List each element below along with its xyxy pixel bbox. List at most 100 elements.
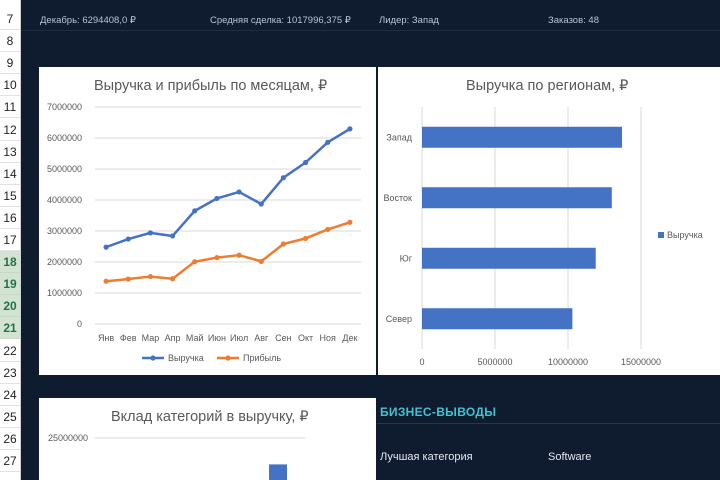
region-bar	[422, 247, 596, 269]
region-bar	[422, 308, 573, 330]
y-tick-label: 3000000	[47, 226, 82, 236]
row-number-10[interactable]: 10	[0, 74, 20, 97]
y-tick-label: 7000000	[47, 102, 82, 112]
row-number-20[interactable]: 20	[0, 295, 20, 318]
data-point	[302, 159, 309, 166]
legend-label: Выручка	[168, 353, 204, 363]
line-chart-svg: 0 1000000 2000000 3000000 4000000 5000000 6000…	[47, 102, 361, 363]
data-point	[103, 278, 109, 284]
data-point	[258, 201, 264, 207]
data-point	[280, 241, 287, 247]
x-tick-label: 10000000	[548, 357, 588, 367]
best-category-value[interactable]: Software	[548, 451, 591, 463]
x-tick-label: Май	[186, 333, 204, 343]
data-point	[258, 258, 264, 264]
row-number-13[interactable]: 13	[0, 141, 20, 163]
row-number-19[interactable]: 19	[0, 273, 20, 296]
y-tick-label: 2000000	[47, 257, 82, 267]
category-chart-panel[interactable]: Вклад категорий в выручку, ₽ 25000000	[39, 398, 376, 480]
y-tick-label: 25000000	[48, 433, 88, 443]
legend-label: Выручка	[667, 230, 703, 240]
y-tick-label: 1000000	[47, 288, 82, 298]
category-label: Запад	[386, 132, 412, 142]
data-point	[236, 189, 242, 195]
kpi-december[interactable]: Декабрь: 6294408,0 ₽	[40, 15, 136, 26]
data-point	[347, 219, 353, 225]
business-insights-header: БИЗНЕС-ВЫВОДЫ	[380, 405, 497, 419]
category-chart-svg: 25000000	[48, 433, 305, 480]
legend-swatch	[658, 232, 664, 238]
row-header-column: 7 8 9 10 11 12 13 14 15 16 17 18 19 20 21 22 23 24 25 26 27	[0, 0, 21, 480]
data-point	[302, 235, 309, 242]
legend-marker	[225, 355, 231, 361]
x-tick-label: Фев	[120, 333, 137, 343]
line-chart-panel[interactable]: Выручка и прибыль по месяцам, ₽ 0 1000000…	[39, 67, 376, 375]
legend-label: Прибыль	[243, 353, 281, 363]
data-point	[147, 230, 154, 236]
region-bar-chart-svg: 0 5000000 10000000 15000000 Запад Восток Юг Сев…	[384, 107, 703, 367]
data-point	[125, 236, 131, 242]
kpi-divider	[21, 30, 720, 31]
data-point	[347, 126, 353, 132]
y-tick-label: 6000000	[47, 133, 82, 143]
row-number-8[interactable]: 8	[0, 30, 20, 53]
row-number-14[interactable]: 14	[0, 163, 20, 185]
category-label: Юг	[400, 253, 413, 263]
row-number-26[interactable]: 26	[0, 428, 20, 450]
x-tick-label: Авг	[254, 333, 269, 343]
business-divider	[377, 423, 720, 424]
x-tick-label: Окт	[298, 333, 313, 343]
kpi-orders[interactable]: Заказов: 48	[548, 15, 599, 26]
data-point	[169, 233, 176, 239]
data-point	[192, 208, 198, 214]
data-point	[325, 139, 331, 145]
y-tick-label: 5000000	[47, 164, 82, 174]
data-point	[280, 175, 287, 181]
row-number-24[interactable]: 24	[0, 384, 20, 406]
row-number-22[interactable]: 22	[0, 340, 20, 362]
row-number-9[interactable]: 9	[0, 52, 20, 75]
x-tick-label: 0	[419, 357, 424, 367]
region-bar	[422, 126, 623, 148]
data-point	[236, 252, 242, 258]
row-number-11[interactable]: 11	[0, 96, 20, 119]
x-tick-label: Апр	[165, 333, 181, 343]
row-number-18[interactable]: 18	[0, 251, 20, 274]
x-tick-label: Ноя	[320, 333, 337, 343]
data-point	[125, 276, 131, 282]
data-point	[192, 259, 198, 265]
best-category-label[interactable]: Лучшая категория	[380, 451, 473, 463]
row-number-27[interactable]: 27	[0, 450, 20, 472]
row-number-16[interactable]: 16	[0, 207, 20, 229]
category-bar	[269, 464, 287, 480]
region-bar-chart-panel[interactable]: Выручка по регионам, ₽ 0 5000000 10000000 1…	[378, 67, 720, 375]
x-tick-label: Сен	[275, 333, 292, 343]
row-number-15[interactable]: 15	[0, 185, 20, 207]
x-tick-label: 5000000	[477, 357, 512, 367]
x-tick-label: Янв	[98, 333, 114, 343]
row-number-21[interactable]: 21	[0, 317, 20, 340]
data-point	[147, 273, 154, 280]
data-point	[214, 255, 220, 261]
data-point	[169, 276, 176, 282]
row-number-7[interactable]: 7	[0, 8, 20, 30]
category-label: Восток	[384, 193, 413, 203]
category-label: Север	[386, 314, 412, 324]
kpi-leader[interactable]: Лидер: Запад	[379, 15, 439, 26]
legend-marker	[150, 355, 156, 361]
x-tick-label: Июл	[230, 333, 248, 343]
row-number-23[interactable]: 23	[0, 362, 20, 384]
region-bar	[422, 187, 612, 209]
x-tick-label: 15000000	[621, 357, 661, 367]
x-tick-label: Июн	[208, 333, 226, 343]
x-tick-label: Мар	[142, 333, 160, 343]
data-point	[325, 226, 331, 233]
y-tick-label: 0	[77, 319, 82, 329]
kpi-average-deal[interactable]: Средняя сделка: 1017996,375 ₽	[210, 15, 351, 26]
row-number-17[interactable]: 17	[0, 229, 20, 251]
x-tick-label: Дек	[342, 333, 357, 343]
y-tick-label: 4000000	[47, 195, 82, 205]
data-point	[214, 195, 220, 202]
row-number-25[interactable]: 25	[0, 406, 20, 428]
row-number-12[interactable]: 12	[0, 119, 20, 141]
